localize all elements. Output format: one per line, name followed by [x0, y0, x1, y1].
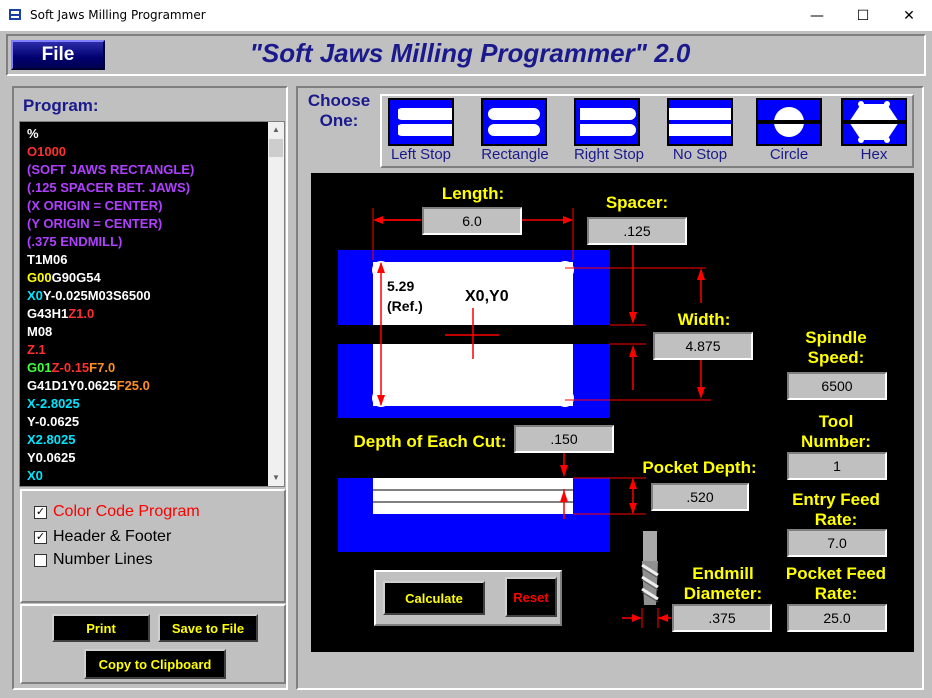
code-line: (X ORIGIN = CENTER) [27, 198, 163, 213]
depth-each-cut-input[interactable]: .150 [514, 425, 614, 453]
endmill-icon [641, 531, 659, 605]
scroll-up-arrow-icon[interactable]: ▲ [268, 122, 284, 138]
tool-number-label: Tool Number: [801, 412, 871, 451]
output-buttons-box: Print Save to File Copy to Clipboard [20, 604, 286, 684]
endmill-diameter-label: Endmill Diameter: [683, 564, 763, 603]
header-footer-checkbox[interactable]: ✓ Header & Footer [34, 528, 171, 546]
circle-icon[interactable] [756, 98, 822, 146]
no-stop-icon[interactable] [667, 98, 733, 146]
shape-label: Left Stop [390, 146, 452, 163]
width-label: Width: [677, 310, 731, 329]
window-titlebar[interactable]: Soft Jaws Milling Programmer — ☐ ✕ [0, 0, 932, 32]
entry-feed-label: Entry Feed Rate: [792, 490, 880, 529]
checkbox-header-footer[interactable]: ✓ [34, 530, 47, 544]
width-input[interactable]: 4.875 [653, 332, 753, 360]
left-stop-icon[interactable] [388, 98, 454, 146]
scroll-down-arrow-icon[interactable]: ▼ [268, 470, 284, 486]
program-listing[interactable]: % O1000 (SOFT JAWS RECTANGLE) (.125 SPACER … [19, 121, 285, 487]
shape-option-rectangle[interactable]: Rectangle [477, 98, 553, 163]
shape-option-hex[interactable]: Hex [839, 98, 909, 163]
code-line: X2.8025 [27, 432, 76, 447]
checkbox-color-code[interactable]: ✓ [34, 505, 47, 519]
code-lines: % O1000 (SOFT JAWS RECTANGLE) (.125 SPACER … [27, 125, 267, 485]
copy-to-clipboard-button[interactable]: Copy to Clipboard [84, 649, 226, 679]
reset-button[interactable]: Reset [505, 577, 557, 617]
choose-one-label: Choose One: [307, 91, 371, 130]
spindle-speed-input[interactable]: 6500 [787, 372, 887, 400]
code-line: Y0.0625 [27, 450, 76, 465]
hex-icon[interactable] [841, 98, 907, 146]
code-line: G01Z-0.15F7.0 [27, 360, 116, 375]
app-heading: "Soft Jaws Milling Programmer" 2.0 [249, 38, 691, 68]
code-line: X0Y-0.025M03S6500 [27, 288, 151, 303]
print-button[interactable]: Print [52, 614, 150, 642]
code-line: M08 [27, 324, 53, 339]
app-icon [9, 9, 21, 20]
code-line: (SOFT JAWS RECTANGLE) [27, 162, 195, 177]
maximize-button[interactable]: ☐ [840, 0, 886, 31]
code-line: G43H1Z1.0 [27, 306, 95, 321]
code-line: Z.1 [27, 342, 46, 357]
options-box: ✓ Color Code Program ✓ Header & Footer N… [20, 489, 286, 603]
program-label: Program: [23, 96, 99, 115]
ref-dim-value: 5.29 [387, 278, 415, 294]
endmill-diameter-input[interactable]: .375 [672, 604, 772, 632]
right-stop-icon[interactable] [574, 98, 640, 146]
shape-label: Circle [769, 146, 809, 163]
spacer-input[interactable]: .125 [587, 217, 687, 245]
checkbox-number-lines[interactable] [34, 553, 47, 567]
origin-label: X0,Y0 [465, 288, 509, 305]
shape-option-circle[interactable]: Circle [754, 98, 824, 163]
scroll-thumb[interactable] [269, 139, 283, 157]
file-menu-button[interactable]: File [11, 40, 105, 70]
length-input[interactable]: 6.0 [422, 207, 522, 235]
shape-option-right-stop[interactable]: Right Stop [566, 98, 652, 163]
spindle-speed-label: Spindle Speed: [805, 328, 867, 367]
shape-option-no-stop[interactable]: No Stop [667, 98, 733, 163]
entry-feed-input[interactable]: 7.0 [787, 529, 887, 557]
tool-number-input[interactable]: 1 [787, 452, 887, 480]
number-lines-checkbox[interactable]: Number Lines [34, 551, 153, 569]
code-line: (.375 ENDMILL) [27, 234, 123, 249]
code-line: G00G90G54 [27, 270, 101, 285]
pocket-feed-label: Pocket Feed Rate: [785, 564, 887, 603]
code-line: Y-0.0625 [27, 414, 80, 429]
color-code-label: Color Code Program [53, 503, 200, 520]
shape-label: Hex [860, 146, 888, 163]
length-label: Length: [441, 184, 505, 203]
color-code-checkbox[interactable]: ✓ Color Code Program [34, 503, 200, 521]
ref-dim-note: (Ref.) [387, 298, 423, 314]
code-line: X-2.8025 [27, 396, 80, 411]
spacer-label: Spacer: [605, 193, 669, 212]
shape-label: No Stop [672, 146, 728, 163]
header-footer-label: Header & Footer [53, 528, 172, 545]
close-button[interactable]: ✕ [886, 0, 932, 31]
code-line: % [27, 126, 39, 141]
code-line: X0 [27, 468, 43, 483]
code-line: T1M06 [27, 252, 68, 267]
code-line: (.125 SPACER BET. JAWS) [27, 180, 191, 195]
minimize-button[interactable]: — [794, 0, 840, 31]
calculate-button[interactable]: Calculate [383, 581, 485, 615]
shape-option-left-stop[interactable]: Left Stop [386, 98, 456, 163]
depth-each-cut-label: Depth of Each Cut: [353, 432, 507, 451]
rectangle-icon[interactable] [481, 98, 547, 146]
save-to-file-button[interactable]: Save to File [158, 614, 258, 642]
pocket-depth-label: Pocket Depth: [642, 458, 757, 477]
pocket-feed-input[interactable]: 25.0 [787, 604, 887, 632]
number-lines-label: Number Lines [53, 551, 153, 568]
code-line: O1000 [27, 144, 67, 159]
window-title: Soft Jaws Milling Programmer [30, 8, 206, 22]
listing-scrollbar[interactable]: ▲ ▼ [268, 122, 284, 486]
shape-selector: Left Stop Rectangle Right Stop No Stop C… [380, 94, 914, 168]
jaw-drawing-canvas: 5.29 (Ref.) X0,Y0 Length: 6.0 Spacer: .1… [311, 173, 914, 652]
pocket-depth-input[interactable]: .520 [651, 483, 749, 511]
shape-label: Rectangle [481, 146, 549, 163]
ref-dimension: 5.29 (Ref.) [387, 276, 423, 316]
code-line: G41D1Y0.0625F25.0 [27, 378, 150, 393]
shape-label: Right Stop [573, 146, 645, 163]
code-line: (Y ORIGIN = CENTER) [27, 216, 163, 231]
